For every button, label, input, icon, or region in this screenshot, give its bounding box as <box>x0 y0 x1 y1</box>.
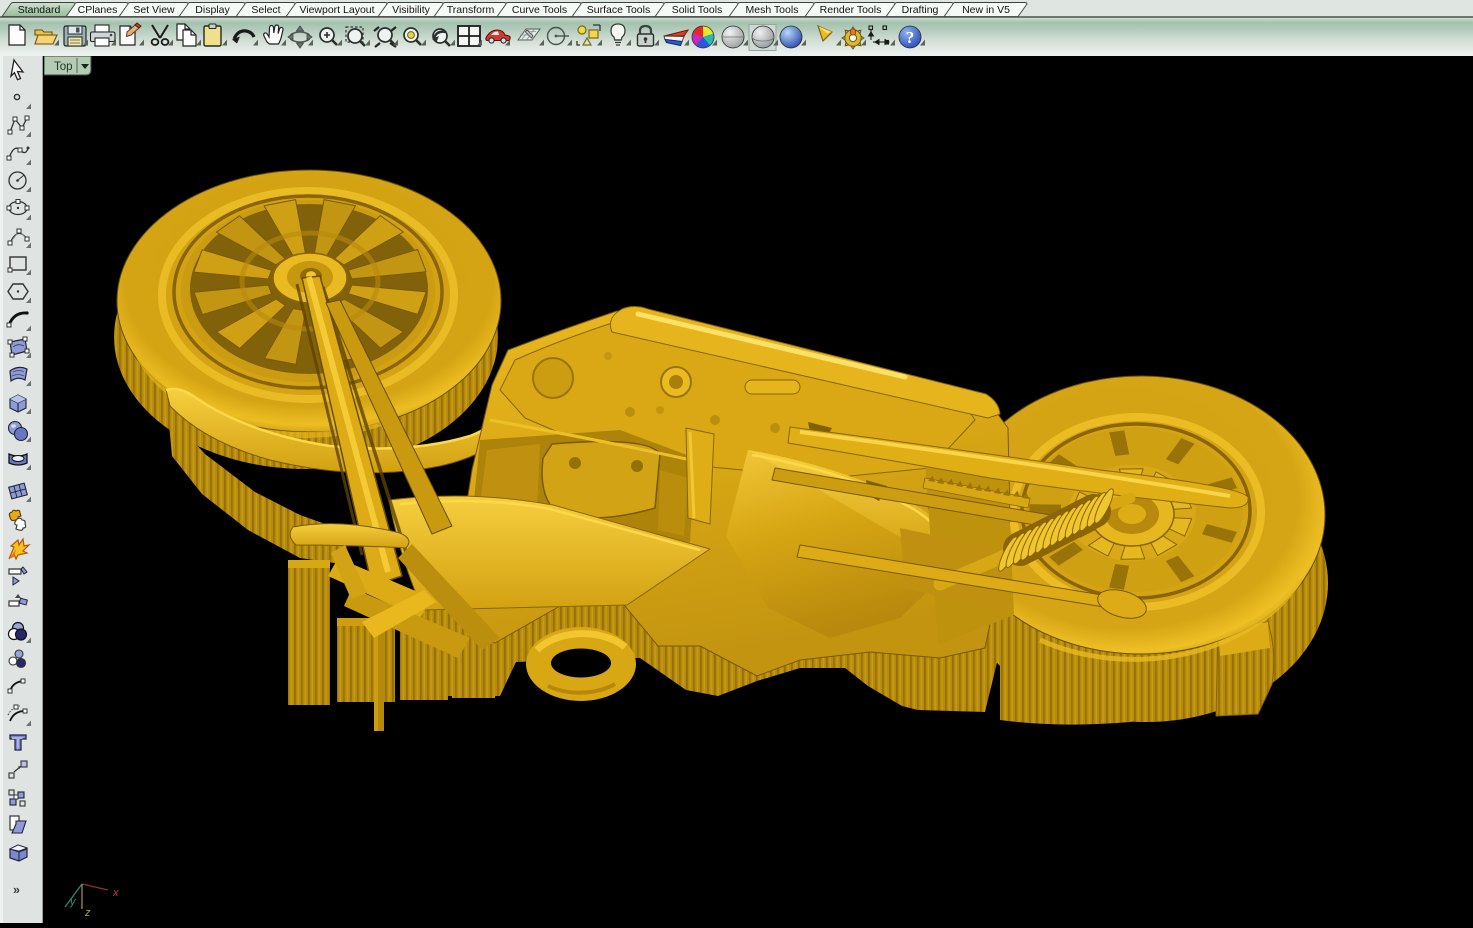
svg-text:z: z <box>84 907 91 919</box>
svg-text:Surface Tools: Surface Tools <box>587 4 650 16</box>
svg-text:Display: Display <box>195 4 230 16</box>
svg-text:?: ? <box>906 28 915 47</box>
svg-text:Standard: Standard <box>18 4 61 16</box>
svg-text:Drafting: Drafting <box>902 4 939 16</box>
svg-text:CPlanes: CPlanes <box>78 4 118 16</box>
svg-text:y: y <box>69 896 77 908</box>
svg-text:Select: Select <box>251 4 280 16</box>
svg-text:Mesh Tools: Mesh Tools <box>746 4 799 16</box>
svg-text:Curve Tools: Curve Tools <box>512 4 567 16</box>
svg-text:Set View: Set View <box>133 4 175 16</box>
svg-text:Top: Top <box>54 61 73 73</box>
svg-text:x: x <box>112 887 119 899</box>
svg-text:New in V5: New in V5 <box>962 4 1010 16</box>
svg-text:Render Tools: Render Tools <box>820 4 882 16</box>
svg-text:Transform: Transform <box>447 4 495 16</box>
svg-text:Solid Tools: Solid Tools <box>672 4 723 16</box>
svg-text:Visibility: Visibility <box>392 4 430 16</box>
svg-text:Viewport Layout: Viewport Layout <box>299 4 374 16</box>
svg-text:»: » <box>13 883 20 897</box>
